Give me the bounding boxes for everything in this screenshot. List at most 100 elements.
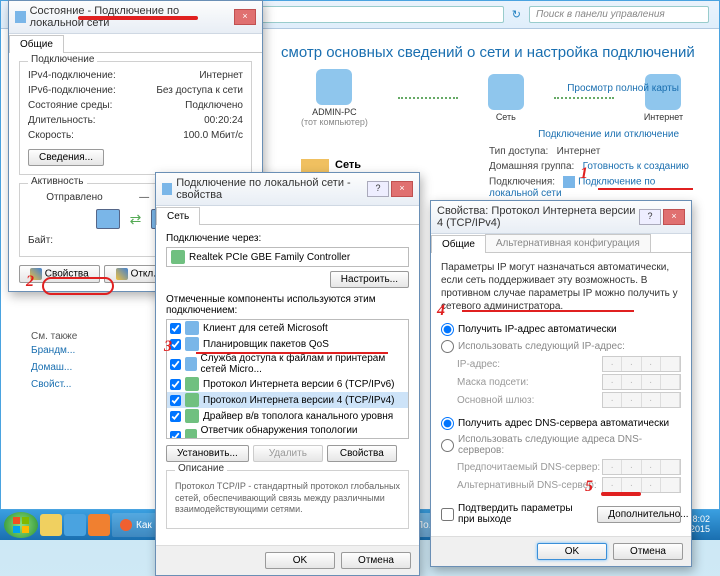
component-checkbox[interactable] [170,395,181,406]
see-also-panel: См. также Брандм... Домаш... Свойст... [31,331,151,393]
gateway-field: ... [602,392,681,408]
service-icon [185,321,199,335]
confirm-checkbox[interactable] [441,508,454,521]
adapter-field: Realtek PCIe GBE Family Controller [166,247,409,267]
radio-manual-dns-input[interactable] [441,439,454,452]
duration-label: Длительность: [28,115,96,126]
component-label: Клиент для сетей Microsoft [203,323,328,334]
component-props-button[interactable]: Свойства [327,445,397,462]
component-checkbox[interactable] [170,323,181,334]
radio-manual-dns[interactable]: Использовать следующие адреса DNS-сервер… [441,432,681,458]
help-icon[interactable]: ? [367,181,389,197]
component-label: Протокол Интернета версии 6 (TCP/IPv6) [203,379,394,390]
windows-logo-icon [12,516,30,534]
close-icon[interactable]: × [663,209,685,225]
connection-group: Подключение [28,54,97,65]
ip-label: IP-адрес: [457,359,602,370]
annotation-title-bar [78,16,198,20]
component-label: Протокол Интернета версии 4 (TCP/IPv4) [203,395,394,406]
radio-manual-ip-input[interactable] [441,340,454,353]
house-icon [488,74,524,110]
components-listbox[interactable]: Клиент для сетей Microsoft Планировщик па… [166,319,409,439]
radio-manual-ip[interactable]: Использовать следующий IP-адрес: [441,338,681,355]
component-item[interactable]: Клиент для сетей Microsoft [167,320,408,336]
service-icon [185,337,199,351]
bytes-label: Байт: [28,235,53,246]
speed-label: Скорость: [28,130,74,141]
ipv4-label: IPv4-подключение: [28,70,116,81]
props-title: Подключение по локальной сети - свойства [176,177,367,201]
annotation-4: 4 [437,302,445,320]
start-button[interactable] [4,512,38,538]
service-icon [185,357,197,371]
media-label: Состояние среды: [28,100,112,111]
pin-media[interactable] [88,514,110,536]
mask-label: Маска подсети: [457,377,602,388]
annotation-5: 5 [585,478,593,496]
component-item[interactable]: Драйвер в/в тополога канального уровня [167,408,408,424]
component-checkbox[interactable] [170,379,181,390]
component-item[interactable]: Протокол Интернета версии 6 (TCP/IPv6) [167,376,408,392]
tab-general[interactable]: Общие [431,235,486,253]
annotation-4-line [462,310,634,312]
protocol-icon [185,377,199,391]
nic-icon [563,176,575,188]
ok-button[interactable]: OK [537,543,607,560]
close-icon[interactable]: × [391,181,413,197]
details-button[interactable]: Сведения... [28,149,104,166]
radio-auto-dns-input[interactable] [441,417,454,430]
cancel-button[interactable]: Отмена [341,552,411,569]
connections-label: Подключения: [489,177,555,188]
dns2-label: Альтернативный DNS-сервер: [457,480,602,491]
install-button[interactable]: Установить... [166,445,249,462]
tab-network[interactable]: Сеть [156,207,200,225]
tab-general[interactable]: Общие [9,35,64,53]
connect-disconnect-link[interactable]: Подключение или отключение [538,129,679,140]
radio-auto-ip[interactable]: Получить IP-адрес автоматически [441,321,681,338]
description-text: Протокол TCP/IP - стандартный протокол г… [175,481,400,516]
close-icon[interactable]: × [234,9,256,25]
homegroup-label: Домашняя группа: [489,161,574,172]
ipv4-value: Интернет [199,70,243,81]
component-checkbox[interactable] [170,359,181,370]
component-item[interactable]: Служба доступа к файлам и принтерам сете… [167,352,408,376]
component-label: Драйвер в/в тополога канального уровня [203,411,393,422]
properties-link[interactable]: Свойст... [31,376,151,393]
component-checkbox[interactable] [170,431,181,440]
component-item[interactable]: Протокол Интернета версии 4 (TCP/IPv4) [167,392,408,408]
cancel-button[interactable]: Отмена [613,543,683,560]
refresh-icon[interactable]: ↻ [512,8,521,21]
access-type-value: Интернет [557,146,601,157]
ipv6-label: IPv6-подключение: [28,85,116,96]
speed-value: 100.0 Мбит/с [183,130,243,141]
search-input[interactable]: Поиск в панели управления [529,6,709,23]
radio-auto-ip-input[interactable] [441,323,454,336]
annotation-3-line [196,352,388,354]
mask-field: ... [602,374,681,390]
nic-icon [162,183,172,195]
view-map-link[interactable]: Просмотр полной карты [567,83,679,94]
tab-alt-config[interactable]: Альтернативная конфигурация [485,234,651,252]
component-item[interactable]: Планировщик пакетов QoS [167,336,408,352]
pin-browser[interactable] [64,514,86,536]
firewall-link[interactable]: Брандм... [31,342,151,359]
protocol-icon [185,409,199,423]
sent-label: Отправлено [46,192,102,203]
component-label: Ответчик обнаружения топологии канальног… [201,425,405,439]
shield-icon [116,268,128,280]
component-item[interactable]: Ответчик обнаружения топологии канальног… [167,424,408,439]
radio-auto-dns[interactable]: Получить адрес DNS-сервера автоматически [441,415,681,432]
access-type-label: Тип доступа: [489,146,548,157]
homegroup-link[interactable]: Готовность к созданию [583,161,689,172]
homegroup-link2[interactable]: Домаш... [31,359,151,376]
pin-explorer[interactable] [40,514,62,536]
ok-button[interactable]: OK [265,552,335,569]
advanced-button[interactable]: Дополнительно... [597,506,681,523]
configure-button[interactable]: Настроить... [330,271,409,288]
component-checkbox[interactable] [170,411,181,422]
annotation-1-line [598,188,693,190]
help-icon[interactable]: ? [639,209,661,225]
connection-properties-dialog: Подключение по локальной сети - свойства… [155,172,420,576]
confirm-label: Подтвердить параметры при выходе [458,503,589,525]
annotation-1: 1 [580,165,588,183]
